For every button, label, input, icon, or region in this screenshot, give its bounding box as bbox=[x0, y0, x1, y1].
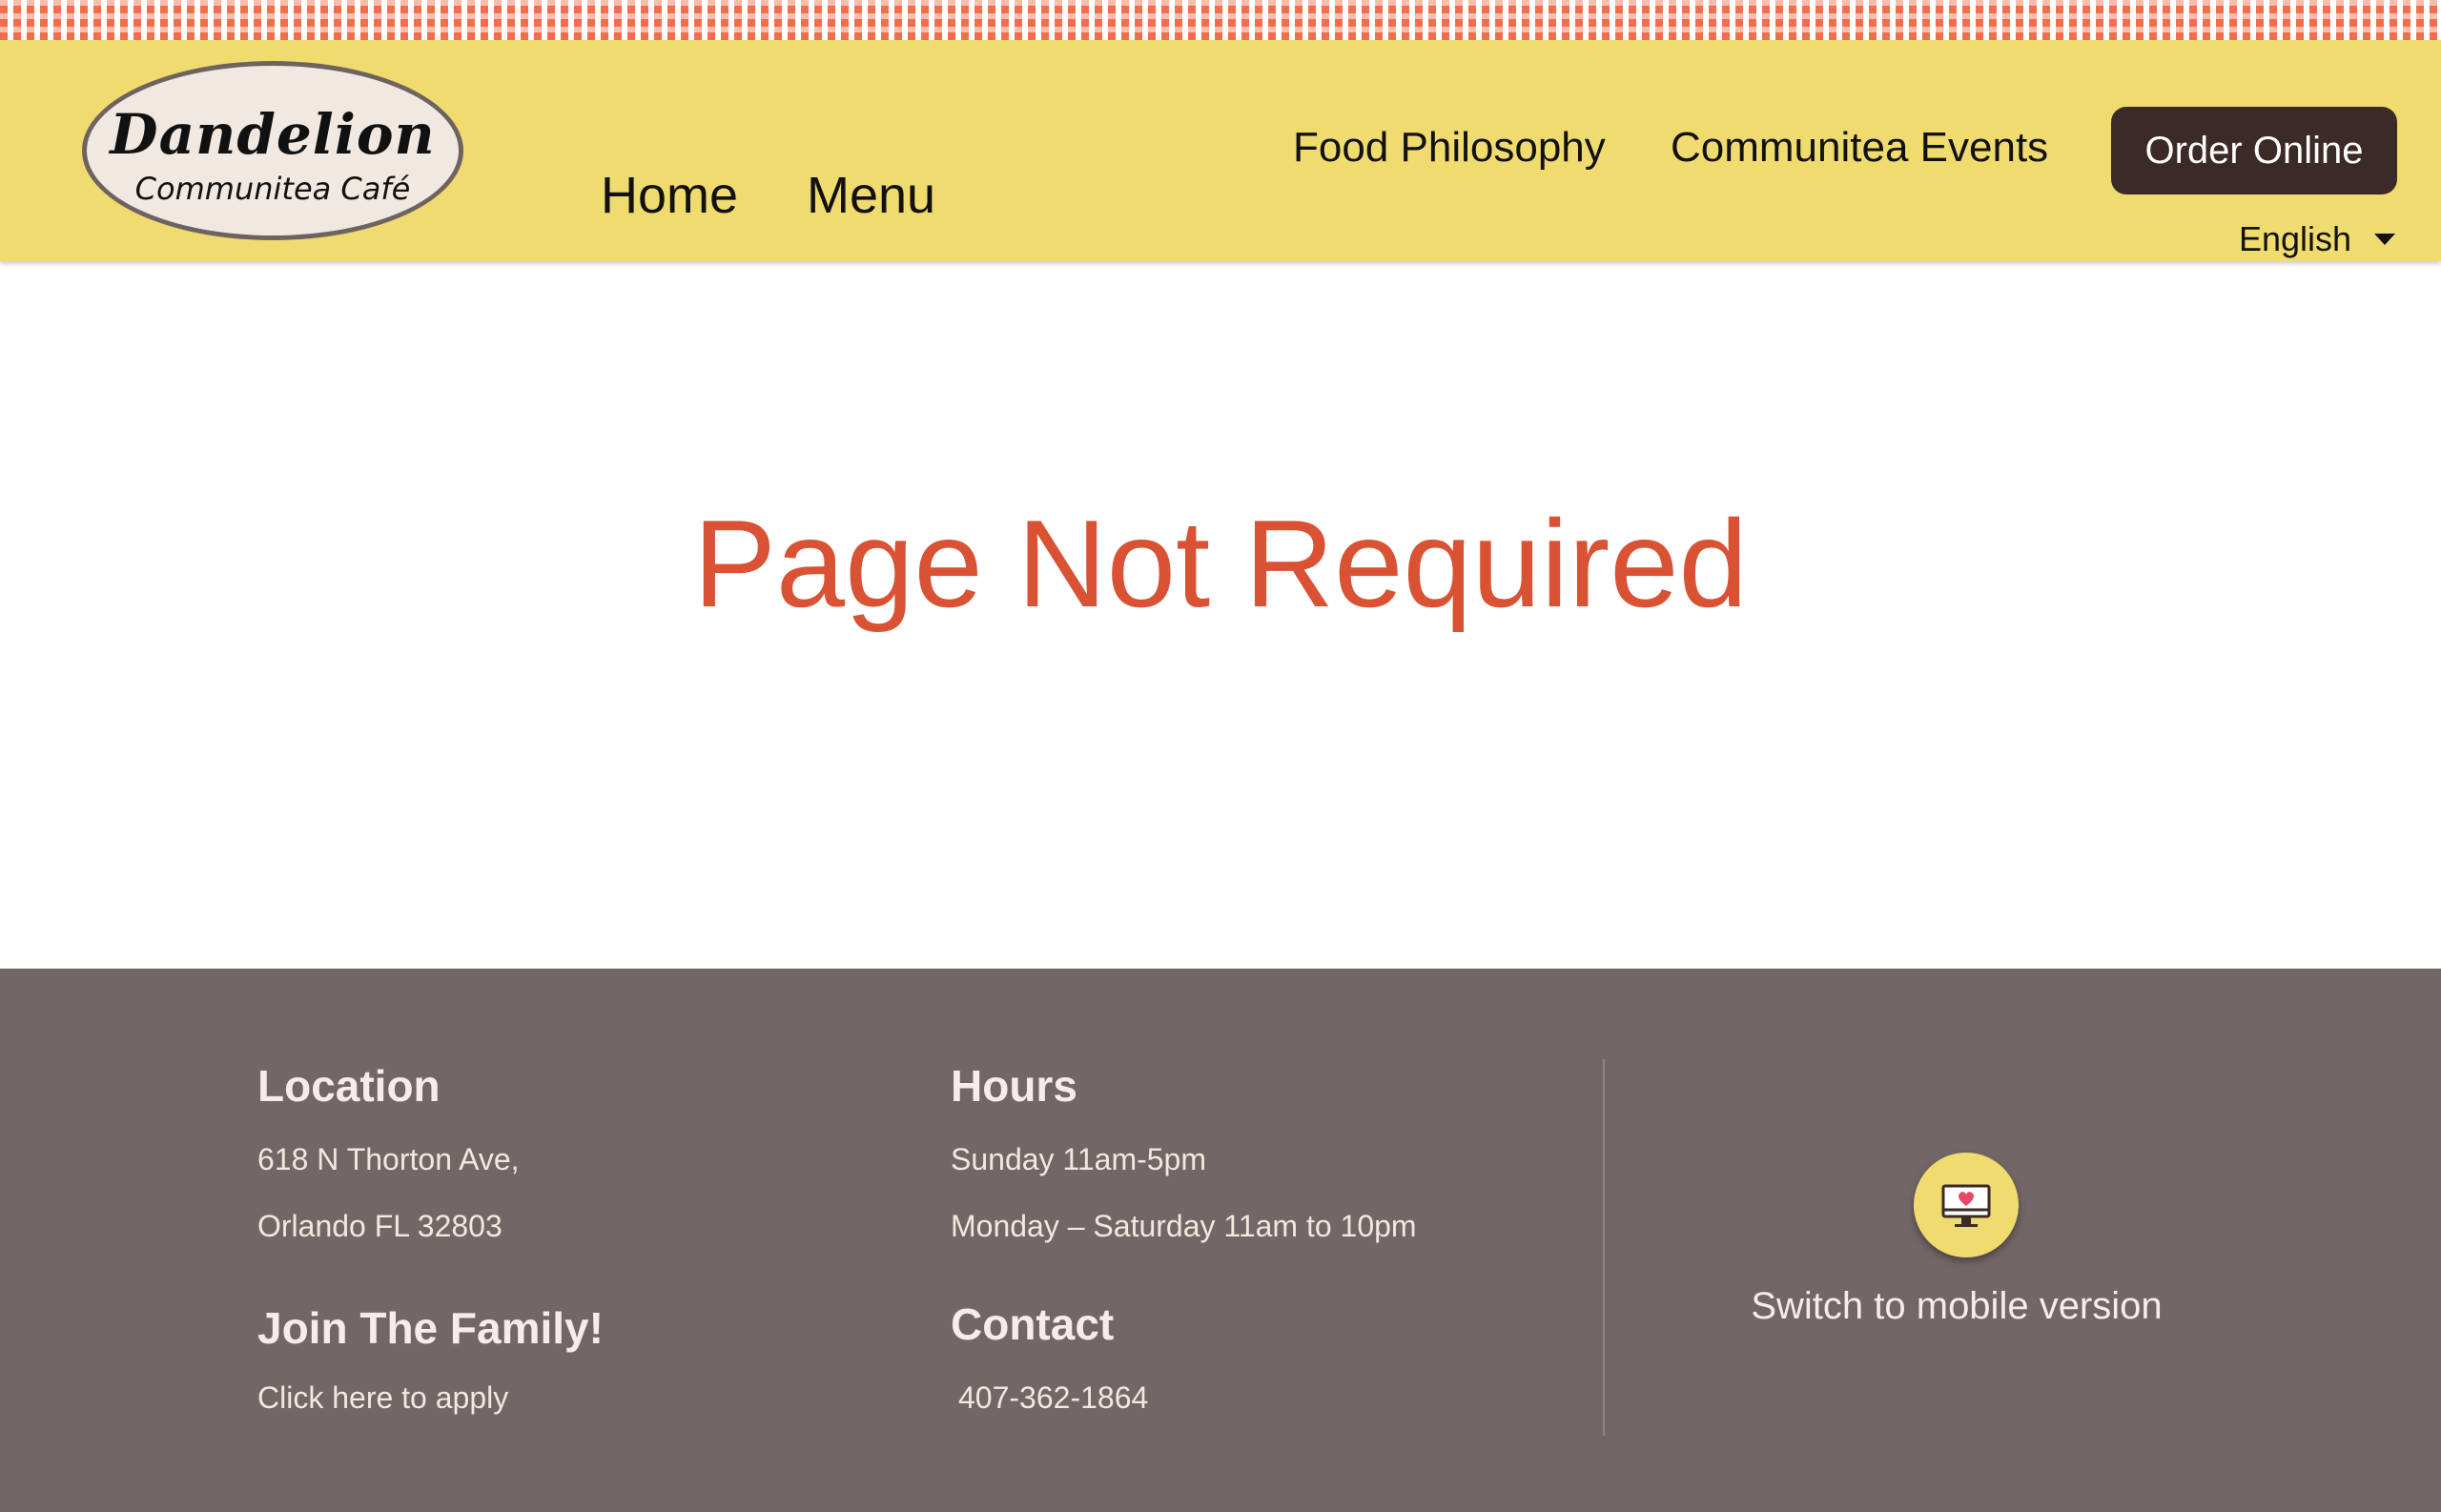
order-online-button[interactable]: Order Online bbox=[2111, 107, 2397, 194]
site-logo[interactable]: Dandelion Communitea Café bbox=[82, 61, 463, 240]
hours-heading: Hours bbox=[951, 1061, 1077, 1111]
nav-communitea-events-link[interactable]: Communitea Events bbox=[1671, 124, 2048, 172]
nav-food-philosophy-link[interactable]: Food Philosophy bbox=[1293, 124, 1606, 172]
site-header: Dandelion Communitea Café Home Menu Food… bbox=[0, 40, 2441, 261]
hours-line-1: Sunday 11am-5pm bbox=[951, 1142, 1206, 1176]
language-label: English bbox=[2239, 219, 2352, 258]
phone-link[interactable]: 407-362-1864 bbox=[958, 1380, 1148, 1416]
contact-heading: Contact bbox=[951, 1299, 1115, 1349]
page-title: Page Not Required bbox=[693, 494, 1748, 633]
monitor-heart-icon bbox=[1941, 1184, 1991, 1227]
address-line-1: 618 N Thorton Ave, bbox=[257, 1142, 520, 1176]
language-selector[interactable]: English bbox=[2239, 219, 2396, 259]
apply-link[interactable]: Click here to apply bbox=[257, 1380, 508, 1416]
location-heading: Location bbox=[257, 1061, 441, 1111]
join-heading: Join The Family! bbox=[257, 1303, 604, 1353]
footer-divider bbox=[1603, 1059, 1605, 1436]
switch-to-mobile-button[interactable] bbox=[1914, 1153, 2019, 1257]
switch-to-mobile-label[interactable]: Switch to mobile version bbox=[1656, 1285, 2257, 1328]
logo-subtitle: Communitea Café bbox=[134, 171, 411, 207]
gingham-border bbox=[0, 0, 2441, 40]
nav-menu-link[interactable]: Menu bbox=[807, 166, 935, 225]
address-line-2: Orlando FL 32803 bbox=[257, 1209, 503, 1243]
logo-title: Dandelion bbox=[110, 102, 436, 167]
site-footer: Location 618 N Thorton Ave, Orlando FL 3… bbox=[0, 969, 2441, 1512]
nav-home-link[interactable]: Home bbox=[601, 166, 738, 225]
hours-line-2: Monday – Saturday 11am to 10pm bbox=[951, 1209, 1417, 1243]
caret-down-icon bbox=[2374, 234, 2396, 245]
